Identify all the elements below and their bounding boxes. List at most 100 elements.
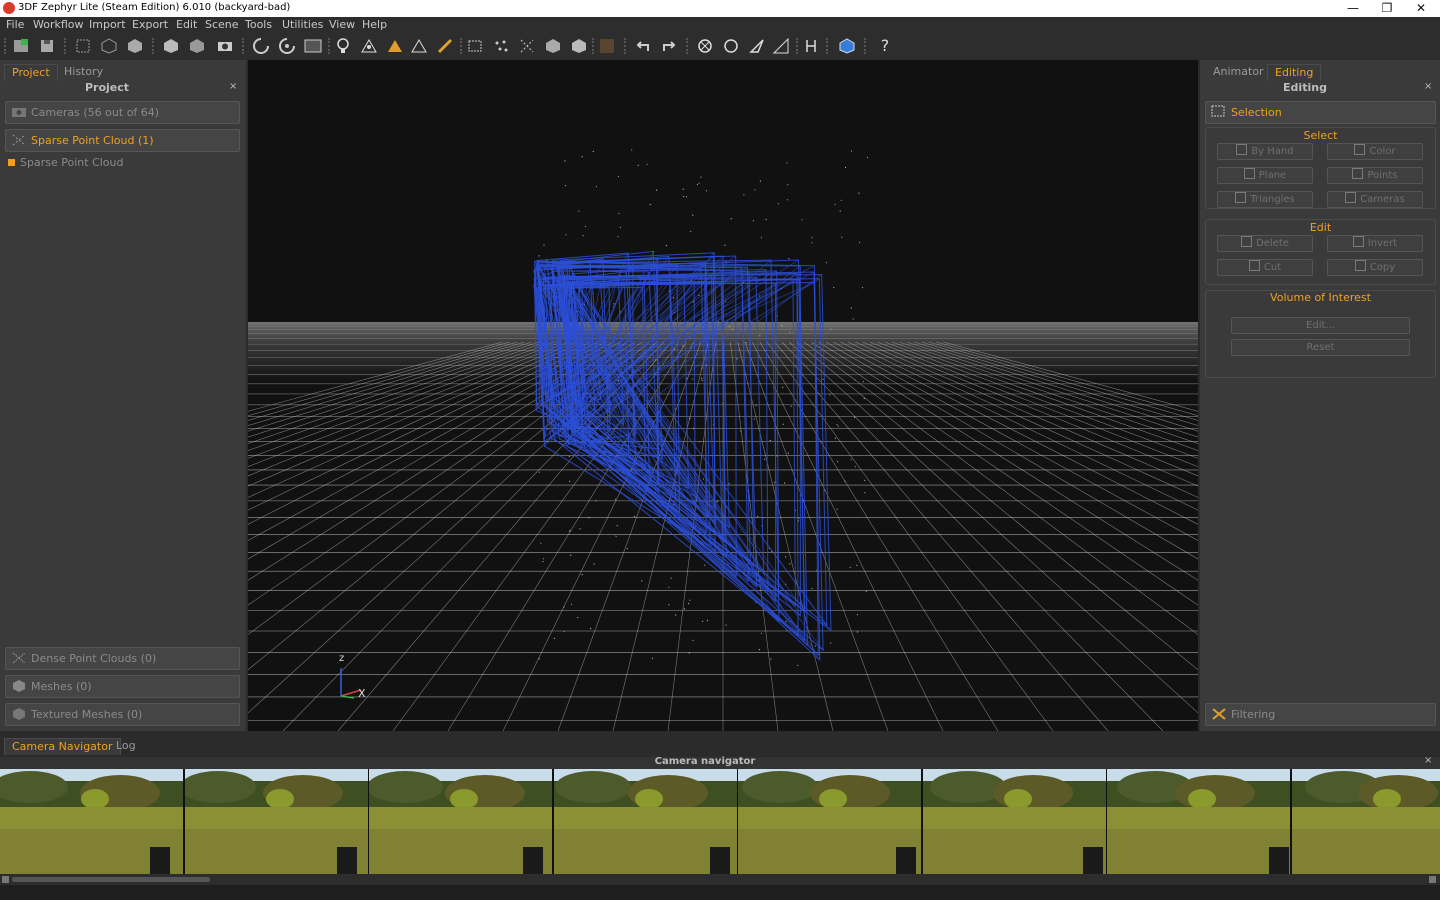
ruler-icon[interactable]: [772, 37, 790, 55]
select-triangles-button[interactable]: Triangles: [1217, 191, 1313, 208]
sparse-point: [670, 577, 672, 579]
copy-button[interactable]: Copy: [1327, 259, 1423, 276]
undo-icon[interactable]: [634, 37, 652, 55]
meshes-section[interactable]: Meshes (0): [5, 675, 240, 698]
export-mesh-icon[interactable]: [188, 37, 206, 55]
lasso-select-icon[interactable]: [696, 37, 714, 55]
voi-reset-button[interactable]: Reset: [1231, 339, 1410, 356]
close-panel-icon[interactable]: ×: [1424, 81, 1432, 92]
menu-view[interactable]: View: [329, 18, 355, 31]
menu-workflow[interactable]: Workflow: [33, 18, 84, 31]
measure-tool-icon[interactable]: [748, 37, 766, 55]
invert-button[interactable]: Invert: [1327, 235, 1423, 252]
tab-project[interactable]: Project: [4, 64, 58, 81]
scroll-left-arrow-icon[interactable]: [2, 876, 9, 883]
sparse-cloud-item[interactable]: Sparse Point Cloud: [20, 156, 123, 169]
select-plane-button[interactable]: Plane: [1217, 167, 1313, 184]
points-display-icon[interactable]: [360, 37, 378, 55]
mesh-icon[interactable]: [570, 37, 588, 55]
view-cube-icon[interactable]: [838, 37, 856, 55]
select-by-hand-button[interactable]: By Hand: [1217, 143, 1313, 160]
menu-tools[interactable]: Tools: [245, 18, 272, 31]
sparse-point: [797, 664, 799, 667]
screenshot-camera-icon[interactable]: [216, 37, 234, 55]
sparse-point: [724, 244, 726, 246]
tab-editing[interactable]: Editing: [1267, 64, 1322, 81]
color-select-icon: [1354, 144, 1366, 155]
camera-thumbnail[interactable]: [922, 769, 1106, 874]
dense-cloud-icon[interactable]: [544, 37, 562, 55]
menu-file[interactable]: File: [6, 18, 24, 31]
select-color-button[interactable]: Color: [1327, 143, 1423, 160]
sparse-point: [854, 466, 856, 468]
textured-meshes-section[interactable]: Textured Meshes (0): [5, 703, 240, 726]
camera-thumbnail[interactable]: [1107, 769, 1290, 874]
3d-viewport[interactable]: z X: [248, 60, 1198, 731]
paint-brush-icon[interactable]: [436, 37, 454, 55]
menu-help[interactable]: Help: [362, 18, 387, 31]
menu-export[interactable]: Export: [132, 18, 168, 31]
close-panel-icon[interactable]: ×: [229, 81, 237, 92]
minimize-button[interactable]: —: [1336, 0, 1370, 17]
tab-camera-navigator[interactable]: Camera Navigator: [4, 738, 121, 755]
select-cameras-button[interactable]: Cameras: [1327, 191, 1423, 208]
camera-thumbnail[interactable]: [738, 769, 921, 874]
sparse-cloud-icon[interactable]: [518, 37, 536, 55]
cameras-section[interactable]: Cameras (56 out of 64): [5, 101, 240, 124]
light-bulb-icon[interactable]: [334, 37, 352, 55]
restore-button[interactable]: ❐: [1370, 0, 1404, 17]
scrollbar-thumb[interactable]: [12, 877, 210, 882]
scene-canvas[interactable]: [248, 60, 1198, 731]
sparse-cloud-section[interactable]: Sparse Point Cloud (1): [5, 129, 240, 152]
sparse-point: [752, 220, 754, 222]
camera-thumbnail[interactable]: [0, 769, 183, 874]
voi-edit-button[interactable]: Edit...: [1231, 317, 1410, 334]
filtering-section[interactable]: Filtering: [1205, 703, 1436, 726]
rotate-reset-icon[interactable]: [278, 37, 296, 55]
view-mode-icon[interactable]: [304, 37, 322, 55]
toolbar-separator: [242, 38, 245, 54]
orbit-rotate-icon[interactable]: [252, 37, 270, 55]
circle-select-icon[interactable]: [722, 37, 740, 55]
sparse-point: [692, 378, 694, 380]
menu-utilities[interactable]: Utilities: [282, 18, 323, 31]
tab-animator[interactable]: Animator: [1206, 64, 1271, 80]
select-points-icon[interactable]: [492, 37, 510, 55]
redo-icon[interactable]: [660, 37, 678, 55]
sparse-point: [786, 162, 788, 164]
sparse-point: [618, 212, 620, 215]
selection-section[interactable]: Selection: [1205, 101, 1436, 124]
scroll-right-arrow-icon[interactable]: [1429, 876, 1436, 883]
texture-icon[interactable]: [598, 37, 616, 55]
control-points-icon[interactable]: [802, 37, 820, 55]
workflow-sparse-icon[interactable]: [74, 37, 92, 55]
menu-import[interactable]: Import: [89, 18, 126, 31]
dense-clouds-section[interactable]: Dense Point Clouds (0): [5, 647, 240, 670]
save-icon[interactable]: [38, 37, 56, 55]
camera-thumbnail[interactable]: [184, 769, 368, 874]
help-icon[interactable]: ?: [876, 37, 894, 55]
delete-button[interactable]: Delete: [1217, 235, 1313, 252]
new-project-icon[interactable]: [12, 37, 30, 55]
close-navigator-icon[interactable]: ×: [1424, 755, 1432, 766]
sparse-point: [782, 423, 784, 425]
close-button[interactable]: ✕: [1404, 0, 1438, 17]
toolbar-separator: [592, 38, 595, 54]
tab-log[interactable]: Log: [109, 738, 143, 754]
cut-button[interactable]: Cut: [1217, 259, 1313, 276]
sparse-point: [702, 620, 704, 622]
workflow-mesh-icon[interactable]: [126, 37, 144, 55]
camera-thumbnail[interactable]: [1291, 769, 1440, 874]
camera-thumbnail[interactable]: [553, 769, 737, 874]
select-points-button[interactable]: Points: [1327, 167, 1423, 184]
menu-edit[interactable]: Edit: [176, 18, 197, 31]
textured-mesh-icon[interactable]: [162, 37, 180, 55]
thumbnail-scrollbar[interactable]: [0, 874, 1440, 885]
mesh-display-icon[interactable]: [386, 37, 404, 55]
menu-scene[interactable]: Scene: [205, 18, 239, 31]
select-cameras-icon[interactable]: [466, 37, 484, 55]
tab-history[interactable]: History: [57, 64, 110, 80]
wireframe-display-icon[interactable]: [410, 37, 428, 55]
camera-thumbnail[interactable]: [369, 769, 552, 874]
workflow-dense-icon[interactable]: [100, 37, 118, 55]
